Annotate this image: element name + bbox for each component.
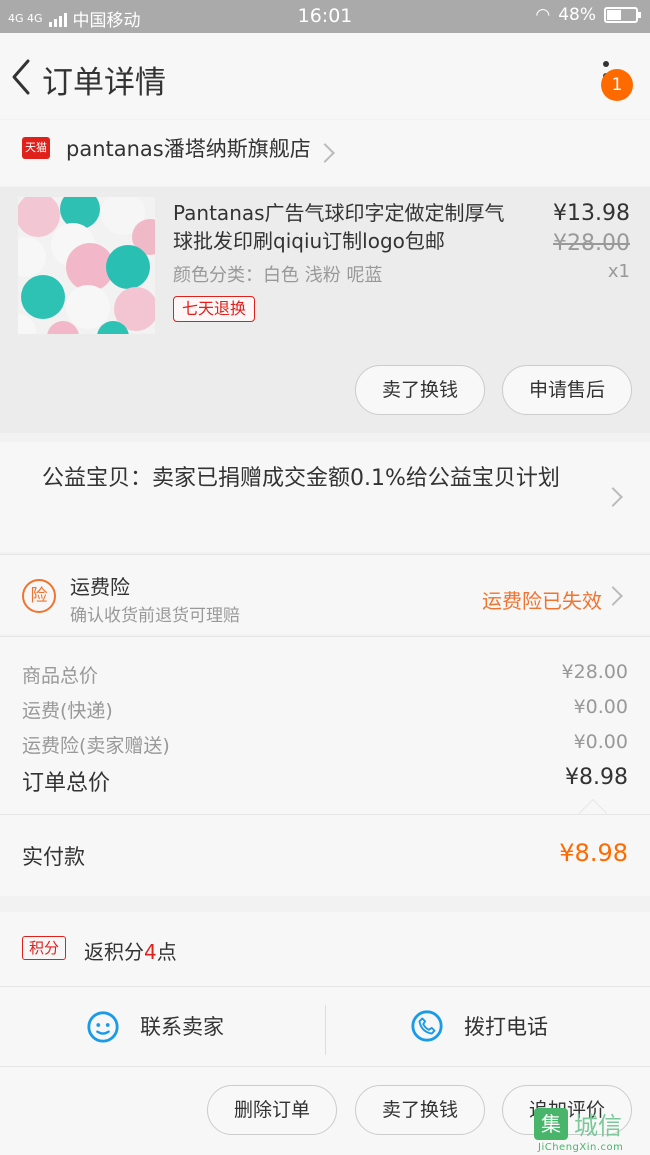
order-total-value: ¥8.98 <box>565 765 628 790</box>
resell-button-bottom[interactable]: 卖了换钱 <box>355 1085 485 1135</box>
paid-value: ¥8.98 <box>559 839 628 867</box>
points-text: 返积分4点 <box>84 936 177 965</box>
call-phone-button[interactable]: 拨打电话 <box>410 1009 548 1043</box>
shop-row[interactable]: 天猫 pantanas潘塔纳斯旗舰店 <box>0 120 650 186</box>
summary-value: ¥0.00 <box>573 696 628 718</box>
points-suffix: 点 <box>156 940 177 964</box>
product-original-price: ¥28.00 <box>553 231 630 256</box>
after-sales-button[interactable]: 申请售后 <box>502 365 632 415</box>
shipping-insurance-row[interactable]: 险 运费险 确认收货前退货可理赔 运费险已失效 <box>0 554 650 634</box>
chat-face-icon <box>87 1011 119 1043</box>
summary-row-goods: 商品总价 ¥28.00 <box>22 661 628 688</box>
chevron-right-icon <box>315 143 335 163</box>
summary-row-insurance: 运费险(卖家赠送) ¥0.00 <box>22 731 628 758</box>
chevron-right-icon <box>603 487 623 507</box>
notification-badge[interactable]: 1 <box>601 69 633 101</box>
product-quantity: x1 <box>607 261 630 282</box>
summary-value: ¥28.00 <box>561 661 628 683</box>
charity-text: 公益宝贝：卖家已捐赠成交金额0.1%给公益宝贝计划 <box>42 466 560 491</box>
insurance-title: 运费险 <box>70 575 130 599</box>
product-image[interactable] <box>18 197 155 334</box>
watermark-site: JiChengXin.com <box>538 1142 624 1153</box>
tmall-logo: 天猫 <box>22 137 50 159</box>
resell-button[interactable]: 卖了换钱 <box>355 365 485 415</box>
site-watermark: 集 城信 JiChengXin.com <box>534 1106 648 1153</box>
product-card: Pantanas广告气球印字定做定制厚气球批发印刷qiqiu订制logo包邮 颜… <box>0 187 650 433</box>
product-title[interactable]: Pantanas广告气球印字定做定制厚气球批发印刷qiqiu订制logo包邮 <box>173 199 518 255</box>
divider <box>325 1005 326 1055</box>
insurance-subtitle: 确认收货前退货可理赔 <box>70 606 240 626</box>
chevron-right-icon <box>603 586 623 606</box>
seven-day-return-tag: 七天退换 <box>173 296 256 322</box>
status-bar: 4G 4G 中国移动 16:01 ◠ 48% <box>0 0 650 33</box>
order-total-label: 订单总价 <box>22 771 111 796</box>
summary-value: ¥0.00 <box>573 731 628 753</box>
watermark-logo: 集 <box>534 1108 568 1140</box>
charity-row[interactable]: 公益宝贝：卖家已捐赠成交金额0.1%给公益宝贝计划 <box>0 442 650 552</box>
points-count: 4 <box>144 940 157 964</box>
battery-percent: 48% <box>558 5 596 25</box>
summary-label: 运费险(卖家赠送) <box>22 735 170 757</box>
call-phone-label: 拨打电话 <box>464 1015 548 1039</box>
contact-seller-button[interactable]: 联系卖家 <box>86 1009 224 1043</box>
app-header: 订单详情 1 <box>0 33 650 119</box>
insurance-status: 运费险已失效 <box>482 589 602 613</box>
delete-order-button[interactable]: 删除订单 <box>207 1085 337 1135</box>
points-row: 积分 返积分4点 <box>0 912 650 986</box>
page-title: 订单详情 <box>42 65 166 101</box>
paid-amount-row: 实付款 ¥8.98 <box>0 814 650 896</box>
insurance-icon: 险 <box>22 579 56 613</box>
points-prefix: 返积分 <box>84 940 144 964</box>
watermark-title: 城信 <box>574 1112 622 1140</box>
status-right: ◠ 48% <box>535 5 641 25</box>
product-variant: 颜色分类：白色 浅粉 呢蓝 <box>173 265 383 286</box>
shop-name[interactable]: pantanas潘塔纳斯旗舰店 <box>66 133 311 163</box>
battery-icon <box>604 7 641 23</box>
paid-label: 实付款 <box>22 845 85 869</box>
product-price: ¥13.98 <box>553 201 630 226</box>
headphone-icon: ◠ <box>535 5 551 25</box>
contact-bar: 联系卖家 拨打电话 <box>0 986 650 1066</box>
order-total-row: 订单总价 ¥8.98 <box>22 765 628 797</box>
summary-label: 运费(快递) <box>22 700 113 722</box>
points-badge: 积分 <box>22 936 66 960</box>
phone-icon <box>411 1010 443 1042</box>
contact-seller-label: 联系卖家 <box>140 1015 224 1039</box>
summary-label: 商品总价 <box>22 665 99 687</box>
back-arrow-icon[interactable] <box>6 55 36 99</box>
price-summary: 商品总价 ¥28.00 运费(快递) ¥0.00 运费险(卖家赠送) ¥0.00… <box>0 636 650 828</box>
summary-row-shipping: 运费(快递) ¥0.00 <box>22 696 628 723</box>
